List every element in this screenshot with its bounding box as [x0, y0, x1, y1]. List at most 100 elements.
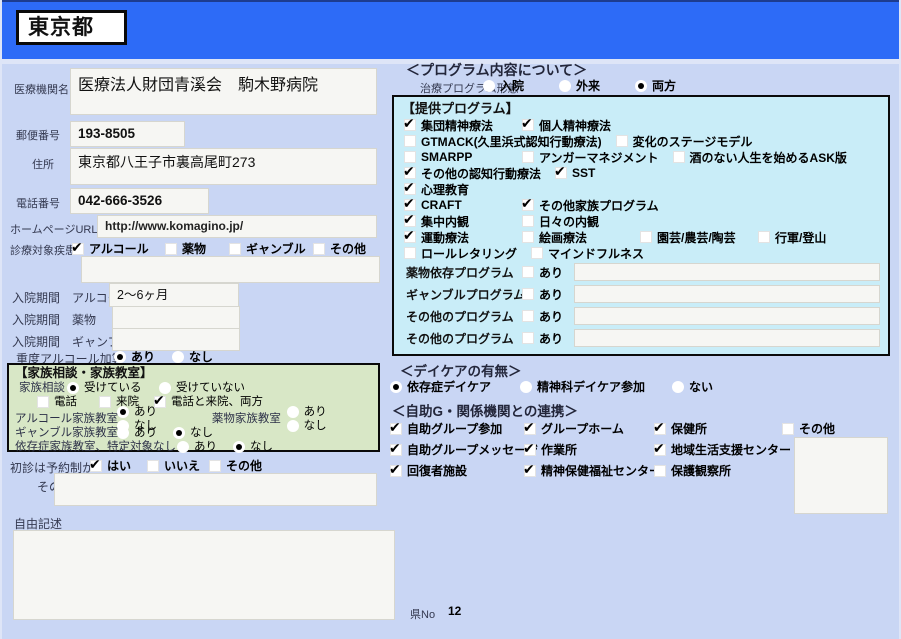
checkbox-unchecked-icon[interactable]: [640, 231, 652, 243]
collaboration-other-note-field[interactable]: [794, 437, 888, 514]
checkbox-unchecked-icon[interactable]: [522, 288, 534, 300]
checkbox-option[interactable]: 保健所: [653, 420, 782, 437]
radio-option[interactable]: 依存症デイケア: [390, 378, 520, 395]
checkbox-option[interactable]: 作業所: [523, 441, 654, 458]
postal-code-field[interactable]: 193-8505: [70, 121, 185, 147]
program-input-field[interactable]: [574, 329, 880, 347]
radio-option[interactable]: 両方: [635, 77, 711, 94]
radio-option[interactable]: ない: [672, 378, 713, 395]
checkbox-checked-icon[interactable]: [523, 420, 536, 435]
radio-selected-icon[interactable]: [390, 380, 402, 393]
checkbox-checked-icon[interactable]: [521, 196, 534, 211]
radio-option[interactable]: 入院: [483, 77, 559, 94]
checkbox-option[interactable]: あり: [522, 330, 574, 347]
checkbox-checked-icon[interactable]: [653, 420, 666, 435]
checkbox-option[interactable]: 行軍/登山: [758, 229, 862, 246]
radio-unselected-icon[interactable]: [286, 420, 299, 432]
radio-unselected-icon[interactable]: [286, 406, 299, 418]
checkbox-option[interactable]: マインドフルネス: [531, 245, 644, 262]
checkbox-checked-icon[interactable]: [71, 240, 84, 255]
radio-unselected-icon[interactable]: [559, 79, 571, 92]
radio-option[interactable]: あり: [177, 440, 233, 454]
checkbox-unchecked-icon[interactable]: [404, 135, 416, 147]
checkbox-option[interactable]: その他: [209, 457, 262, 474]
checkbox-option[interactable]: 精神保健福祉センター: [523, 462, 661, 479]
checkbox-checked-icon[interactable]: [521, 116, 534, 131]
program-input-field[interactable]: [574, 263, 880, 281]
radio-unselected-icon[interactable]: [672, 380, 684, 393]
checkbox-checked-icon[interactable]: [653, 441, 666, 456]
checkbox-option[interactable]: 絵画療法: [522, 229, 626, 246]
radio-option[interactable]: なし: [233, 440, 273, 454]
radio-option[interactable]: なし: [173, 426, 213, 440]
other-field[interactable]: [54, 473, 377, 506]
checkbox-option[interactable]: 集団精神療法: [403, 116, 508, 134]
checkbox-option[interactable]: 地域生活支援センター: [653, 441, 791, 458]
radio-option[interactable]: 精神科デイケア参加: [520, 378, 672, 395]
program-input-field[interactable]: [574, 285, 880, 303]
checkbox-option[interactable]: 薬物: [165, 240, 229, 257]
checkbox-unchecked-icon[interactable]: [404, 151, 416, 163]
checkbox-checked-icon[interactable]: [389, 462, 402, 477]
radio-option[interactable]: あり: [117, 426, 173, 440]
checkbox-option[interactable]: 回復者施設: [389, 462, 524, 479]
checkbox-option[interactable]: 自助グループメッセージ: [389, 441, 538, 458]
checkbox-unchecked-icon[interactable]: [522, 215, 534, 227]
checkbox-option[interactable]: いいえ: [147, 457, 209, 474]
checkbox-option[interactable]: アルコール: [71, 240, 165, 257]
radio-option[interactable]: 受けていない: [159, 381, 245, 395]
checkbox-option[interactable]: 個人精神療法: [521, 116, 626, 134]
checkbox-option[interactable]: 園芸/農芸/陶芸: [640, 229, 744, 246]
checkbox-option[interactable]: SMARPP: [404, 150, 508, 164]
radio-unselected-icon[interactable]: [483, 79, 495, 92]
checkbox-unchecked-icon[interactable]: [37, 396, 49, 408]
checkbox-unchecked-icon[interactable]: [404, 247, 416, 259]
checkbox-option[interactable]: 保護観察所: [654, 462, 782, 479]
radio-unselected-icon[interactable]: [117, 427, 129, 439]
checkbox-option[interactable]: その他: [313, 240, 366, 257]
radio-unselected-icon[interactable]: [177, 441, 189, 453]
checkbox-checked-icon[interactable]: [89, 457, 102, 472]
checkbox-checked-icon[interactable]: [403, 196, 416, 211]
checkbox-unchecked-icon[interactable]: [531, 247, 544, 259]
checkbox-unchecked-icon[interactable]: [229, 242, 241, 255]
checkbox-option[interactable]: 変化のステージモデル: [615, 133, 752, 150]
radio-selected-icon[interactable]: [635, 79, 647, 92]
checkbox-option[interactable]: その他の認知行動療法: [403, 164, 541, 182]
checkbox-checked-icon[interactable]: [389, 441, 402, 456]
checkbox-checked-icon[interactable]: [403, 180, 416, 195]
radio-selected-icon[interactable]: [173, 427, 185, 439]
radio-selected-icon[interactable]: [233, 441, 245, 453]
checkbox-option[interactable]: アンガーマネジメント: [522, 149, 659, 166]
checkbox-option[interactable]: その他: [782, 420, 835, 437]
checkbox-unchecked-icon[interactable]: [147, 459, 159, 472]
checkbox-checked-icon[interactable]: [554, 164, 568, 179]
checkbox-option[interactable]: ロールレタリング: [404, 245, 517, 262]
checkbox-unchecked-icon[interactable]: [654, 464, 666, 477]
radio-selected-icon[interactable]: [117, 406, 129, 418]
checkbox-checked-icon[interactable]: [153, 393, 166, 408]
checkbox-option[interactable]: その他家族プログラム: [521, 196, 659, 214]
stay-period-drug-field[interactable]: [112, 306, 240, 329]
phone-field[interactable]: 042-666-3526: [70, 188, 209, 214]
checkbox-option[interactable]: あり: [522, 286, 574, 303]
checkbox-unchecked-icon[interactable]: [313, 242, 325, 255]
checkbox-option[interactable]: 酒のない人生を始めるASK版: [672, 149, 847, 166]
checkbox-option[interactable]: 集中内観: [403, 212, 508, 230]
radio-unselected-icon[interactable]: [172, 350, 184, 363]
checkbox-checked-icon[interactable]: [523, 441, 536, 456]
address-field[interactable]: 東京都八王子市裏高尾町273: [70, 148, 377, 185]
checkbox-unchecked-icon[interactable]: [99, 396, 111, 408]
radio-option[interactable]: 外来: [559, 77, 635, 94]
checkbox-option[interactable]: SST: [554, 164, 659, 180]
checkbox-checked-icon[interactable]: [403, 164, 416, 179]
checkbox-checked-icon[interactable]: [403, 212, 416, 227]
checkbox-unchecked-icon[interactable]: [209, 459, 221, 472]
checkbox-option[interactable]: ギャンブル: [229, 240, 313, 257]
radio-option[interactable]: なし: [286, 419, 327, 433]
checkbox-option[interactable]: 心理教育: [403, 180, 508, 198]
checkbox-checked-icon[interactable]: [403, 116, 416, 131]
checkbox-unchecked-icon[interactable]: [522, 310, 534, 322]
institution-name-field[interactable]: 医療法人財団青溪会 駒木野病院: [70, 68, 377, 115]
checkbox-unchecked-icon[interactable]: [672, 151, 685, 163]
